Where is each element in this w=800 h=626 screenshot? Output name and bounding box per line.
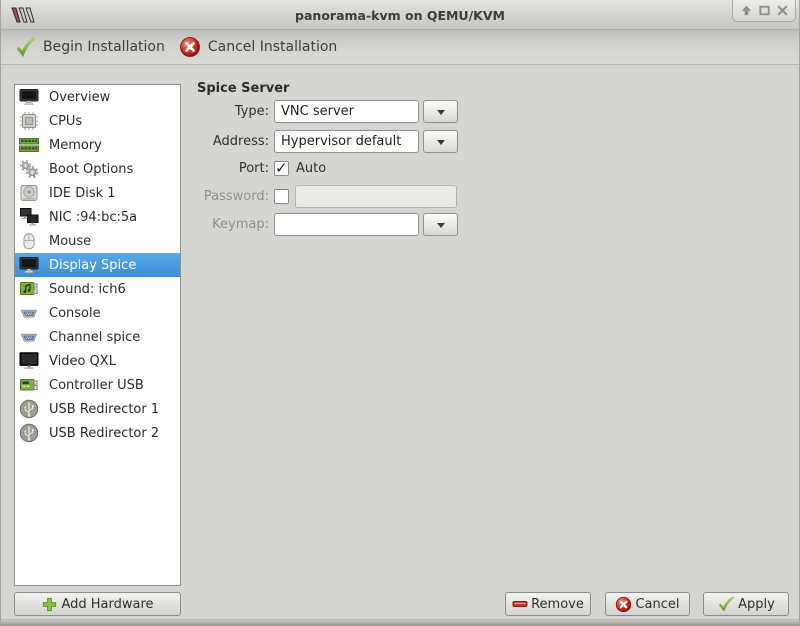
minus-icon [512,596,528,612]
green-check-icon [14,36,36,58]
plus-icon [41,596,58,613]
sidebar-item-cpus[interactable]: CPUs [15,109,180,133]
cpu-icon [19,111,39,131]
serial-port-icon [19,327,39,347]
keymap-row: Keymap: [197,213,477,236]
sidebar-item-mouse[interactable]: Mouse [15,229,180,253]
add-hardware-label: Add Hardware [61,596,154,612]
sidebar-item-memory[interactable]: Memory [15,133,180,157]
address-label: Address: [212,134,269,149]
cancel-button[interactable]: Cancel [605,592,690,616]
sidebar-item-controller-usb[interactable]: Controller USB [15,373,180,397]
password-row: Password: [197,185,477,208]
apply-label: Apply [738,596,775,612]
sidebar-item-usb-redirector-2[interactable]: USB Redirector 2 [15,421,180,445]
add-hardware-button[interactable]: Add Hardware [14,592,181,616]
remove-button[interactable]: Remove [505,592,591,616]
serial-port-icon [19,303,39,323]
chevron-down-icon [436,139,445,149]
maximize-button[interactable] [757,3,772,18]
window-resize-edge[interactable] [1,619,799,626]
red-cross-circle-icon [615,596,632,613]
mouse-icon [19,231,39,251]
spice-server-panel: Spice Server Type: VNC server Address: H… [197,82,477,243]
usb-icon [19,399,39,419]
address-value[interactable]: Hypervisor default [274,130,419,153]
address-row: Address: Hypervisor default [197,130,477,153]
chevron-down-icon [436,222,445,232]
monitor-icon [19,87,39,107]
virt-manager-window: panorama-kvm on QEMU/KVM Begin Installat… [0,0,800,626]
remove-label: Remove [531,596,584,612]
red-cross-circle-icon [179,36,201,58]
keymap-combobox[interactable] [274,213,458,236]
address-combobox[interactable]: Hypervisor default [274,130,458,153]
sound-card-icon [19,279,39,299]
sidebar-item-nic-94-bc-5a[interactable]: NIC :94:bc:5a [15,205,180,229]
shade-window-button[interactable] [739,3,754,18]
sidebar-item-boot-options[interactable]: Boot Options [15,157,180,181]
begin-installation-button[interactable]: Begin Installation [14,36,165,58]
type-combobox[interactable]: VNC server [274,100,458,123]
apply-button[interactable]: Apply [703,592,789,616]
disk-icon [19,183,39,203]
address-dropdown-button[interactable] [423,130,458,153]
cancel-label: Cancel [635,596,680,612]
type-label: Type: [234,104,269,119]
keymap-value[interactable] [274,213,419,236]
cancel-installation-button[interactable]: Cancel Installation [179,36,337,58]
type-row: Type: VNC server [197,100,477,123]
sidebar-item-channel-spice[interactable]: Channel spice [15,325,180,349]
sidebar-item-overview[interactable]: Overview [15,85,180,109]
cancel-installation-label: Cancel Installation [207,39,338,55]
port-row: Port: Auto [197,159,477,177]
type-dropdown-button[interactable] [423,100,458,123]
monitor-icon [19,255,39,275]
window-controls [732,0,796,22]
close-button[interactable] [775,3,790,18]
begin-installation-label: Begin Installation [43,39,165,55]
window-title: panorama-kvm on QEMU/KVM [295,7,505,23]
panel-heading: Spice Server [197,81,290,96]
toolbar: Begin Installation Cancel Installation [1,30,799,65]
hardware-list: Overview CPUs Memory Boot Options IDE Di… [14,84,181,586]
sidebar-item-video-qxl[interactable]: Video QXL [15,349,180,373]
password-label: Password: [203,189,269,204]
green-check-icon [717,595,735,613]
titlebar[interactable]: panorama-kvm on QEMU/KVM [1,0,799,30]
keymap-label: Keymap: [212,217,269,232]
port-auto-checkbox[interactable] [274,159,289,177]
port-auto-label: Auto [296,160,327,176]
controller-icon [19,375,39,395]
port-label: Port: [238,160,269,176]
sidebar-item-sound-ich6[interactable]: Sound: ich6 [15,277,180,301]
video-icon [19,351,39,371]
chevron-down-icon [436,109,445,119]
password-checkbox[interactable] [274,189,289,204]
sidebar-item-console[interactable]: Console [15,301,180,325]
network-icon [19,207,39,227]
sidebar-item-display-spice[interactable]: Display Spice [15,253,180,277]
usb-icon [19,423,39,443]
sidebar-item-ide-disk-1[interactable]: IDE Disk 1 [15,181,180,205]
keymap-dropdown-button[interactable] [423,213,458,236]
gears-icon [19,159,39,179]
password-field [295,185,457,208]
memory-icon [19,135,39,155]
type-value[interactable]: VNC server [274,100,419,123]
sidebar-item-usb-redirector-1[interactable]: USB Redirector 1 [15,397,180,421]
